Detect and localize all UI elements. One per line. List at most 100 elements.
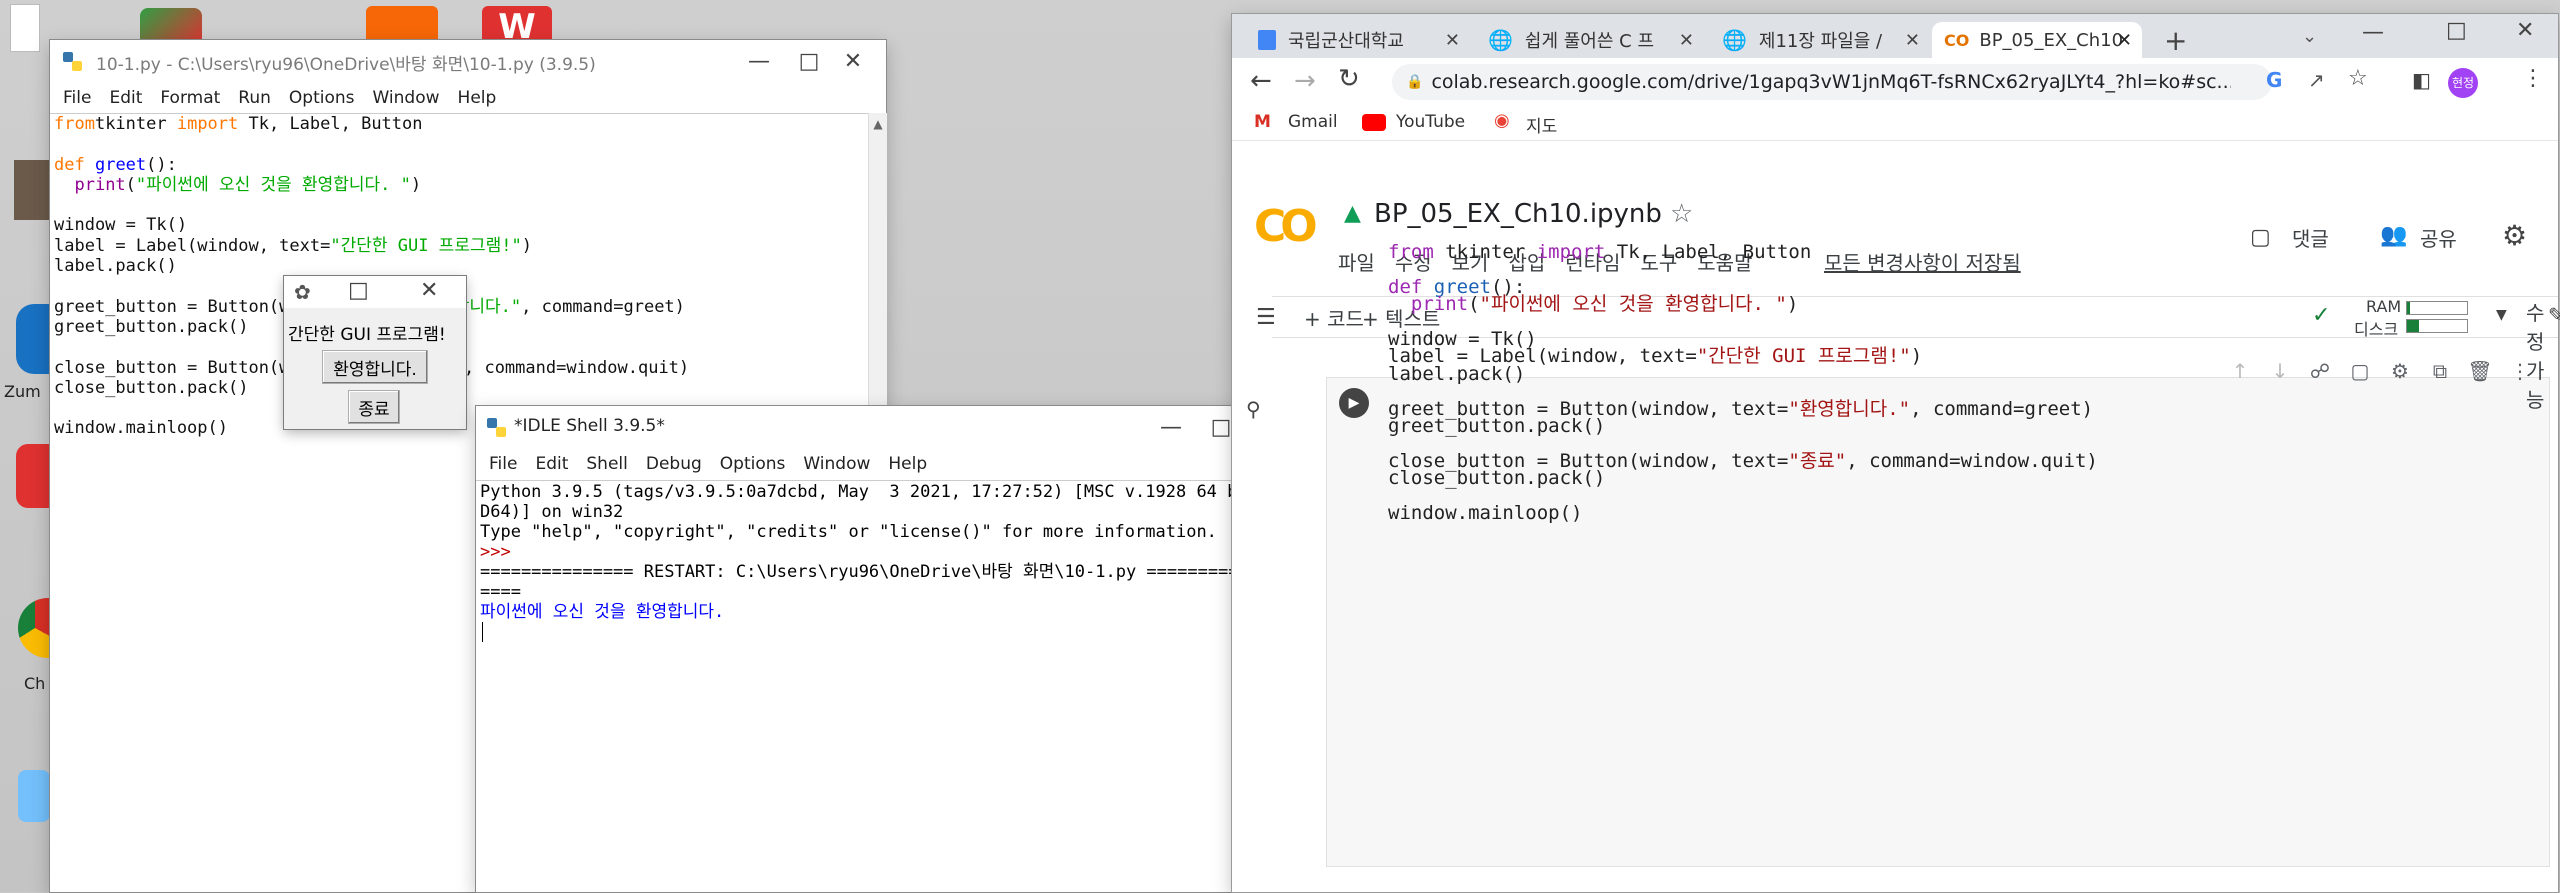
tk-popup-titlebar[interactable]: ✿ □ ✕ xyxy=(284,276,466,308)
kebab-menu-icon[interactable]: ⋮ xyxy=(2522,66,2544,91)
idle-editor-titlebar[interactable]: 10-1.py - C:\Users\ryu96\OneDrive\바탕 화면\… xyxy=(50,40,886,82)
tab-title: 제11장 파일을 / xyxy=(1758,31,1883,52)
tab-search-icon[interactable]: ⌄ xyxy=(2302,26,2317,47)
editor-menu-1[interactable]: Edit xyxy=(100,86,151,110)
photo-icon[interactable] xyxy=(14,160,52,220)
shell-output-line: Type "help", "copyright", "credits" or "… xyxy=(480,522,1217,542)
toc-icon[interactable]: ☰ xyxy=(1256,305,1276,330)
forward-arrow-icon[interactable]: → xyxy=(1294,66,1316,96)
tab-colab[interactable]: CO BP_05_EX_Ch10 ✕ xyxy=(1932,22,2142,58)
reload-icon[interactable]: ↻ xyxy=(1338,64,1360,94)
editor-menu-3[interactable]: Run xyxy=(229,86,280,110)
editor-menu-2[interactable]: Format xyxy=(151,86,229,110)
move-up-icon[interactable]: ↑ xyxy=(2220,359,2260,383)
lock-icon: 🔒 xyxy=(1406,74,1424,90)
tab-title: 국립군산대학교 xyxy=(1288,31,1404,52)
python-feather-icon xyxy=(63,52,82,71)
desktop-label-zum: Zum xyxy=(4,382,41,401)
desktop-file-icon[interactable] xyxy=(10,4,40,52)
close-button[interactable]: ✕ xyxy=(822,44,884,78)
colab-logo[interactable]: CO xyxy=(1254,201,1318,252)
disk-bar xyxy=(2406,319,2468,333)
gear-icon[interactable]: ⚙ xyxy=(2502,219,2527,252)
zum-icon[interactable] xyxy=(16,304,52,374)
edit-mode-button[interactable]: 수정 가능 xyxy=(2526,297,2558,413)
chrome-minimize-button[interactable]: — xyxy=(2362,20,2384,45)
comment-button[interactable]: 댓글 xyxy=(2292,223,2329,252)
chrome-tab-strip: 국립군산대학교 ✕ 🌐 쉽게 풀어쓴 C 프 ✕ 🌐 제11장 파일을 / ✕ … xyxy=(1232,14,2558,58)
tab-close-icon[interactable]: ✕ xyxy=(1905,30,1920,51)
editor-code-line: window = Tk() xyxy=(54,215,188,236)
tab-ch11[interactable]: 🌐 제11장 파일을 / ✕ xyxy=(1714,22,1930,58)
colab-code-line: window.mainloop() xyxy=(1388,502,1583,525)
add-code-button[interactable]: + 코드 xyxy=(1304,303,1364,332)
google-g-icon[interactable]: G xyxy=(2266,68,2282,92)
resources-dropdown-icon[interactable]: ▼ xyxy=(2496,307,2507,323)
cell-settings-icon[interactable]: ⚙ xyxy=(2380,359,2420,383)
tk-label: 간단한 GUI 프로그램! xyxy=(288,325,446,345)
idle-shell-window[interactable]: *IDLE Shell 3.9.5* — □ ✕ FileEditShellDe… xyxy=(476,406,1312,892)
profile-avatar[interactable]: 현정 xyxy=(2448,68,2478,98)
globe-icon: 🌐 xyxy=(1488,28,1513,52)
gmail-icon: M xyxy=(1254,112,1271,132)
tab-c-book[interactable]: 🌐 쉽게 풀어쓴 C 프 ✕ xyxy=(1480,22,1704,58)
mirror-cell-icon[interactable]: ⧉ xyxy=(2420,359,2460,383)
people-icon: 👥 xyxy=(2380,223,2408,248)
tab-close-icon[interactable]: ✕ xyxy=(1445,30,1460,51)
shell-menu-6[interactable]: Help xyxy=(879,452,936,476)
editor-menu-0[interactable]: File xyxy=(54,86,100,110)
bookmark-maps[interactable]: 지도 xyxy=(1526,112,1557,137)
colab-menu-0[interactable]: 파일 xyxy=(1338,247,1375,276)
search-icon[interactable]: ⚲ xyxy=(1246,397,1261,421)
tk-close-button[interactable]: ✕ xyxy=(420,278,438,303)
sidepanel-icon[interactable]: ◧ xyxy=(2412,68,2431,92)
tk-popup-window[interactable]: ✿ □ ✕ 간단한 GUI 프로그램! 환영합니다. 종료 xyxy=(284,276,466,429)
check-icon: ✓ xyxy=(2312,303,2331,328)
editor-menu-4[interactable]: Options xyxy=(280,86,364,110)
bookmark-gmail[interactable]: Gmail xyxy=(1288,112,1338,132)
bookmark-youtube[interactable]: YouTube xyxy=(1396,112,1465,132)
shell-menu-5[interactable]: Window xyxy=(794,452,879,476)
star-icon[interactable]: ☆ xyxy=(1670,199,1693,229)
share-icon[interactable]: ↗ xyxy=(2308,68,2325,92)
tk-close-app-button[interactable]: 종료 xyxy=(348,390,400,424)
run-cell-button[interactable]: ▶ xyxy=(1339,388,1369,418)
editor-menu-6[interactable]: Help xyxy=(449,86,506,110)
idle-shell-title: *IDLE Shell 3.9.5* xyxy=(514,416,665,436)
delete-cell-icon[interactable]: 🗑 xyxy=(2460,359,2500,383)
link-icon[interactable]: ☍ xyxy=(2300,359,2340,383)
shell-menu-0[interactable]: File xyxy=(480,452,526,476)
editor-code-line: def greet(): xyxy=(54,154,177,175)
shell-menu-4[interactable]: Options xyxy=(711,452,795,476)
ie-icon[interactable] xyxy=(18,770,50,822)
move-down-icon[interactable]: ↓ xyxy=(2260,359,2300,383)
notebook-title[interactable]: BP_05_EX_Ch10.ipynb xyxy=(1374,199,1662,229)
idle-shell-output[interactable]: Python 3.9.5 (tags/v3.9.5:0a7dcbd, May 3… xyxy=(480,482,1299,622)
tab-close-icon[interactable]: ✕ xyxy=(1679,30,1694,51)
editor-menu-5[interactable]: Window xyxy=(364,86,449,110)
tab-gunsan[interactable]: 국립군산대학교 ✕ xyxy=(1250,22,1470,58)
chrome-desktop-icon[interactable] xyxy=(18,598,52,658)
bookmark-star-icon[interactable]: ☆ xyxy=(2348,66,2368,91)
tk-maximize-button[interactable]: □ xyxy=(348,278,369,303)
app-red-icon[interactable] xyxy=(16,444,52,508)
shell-menu-1[interactable]: Edit xyxy=(526,452,577,476)
tk-greet-button[interactable]: 환영합니다. xyxy=(322,350,428,384)
chrome-maximize-button[interactable]: □ xyxy=(2446,18,2467,43)
shell-menu-3[interactable]: Debug xyxy=(637,452,711,476)
ram-bar-fill xyxy=(2407,302,2410,314)
address-bar[interactable]: 🔒 colab.research.google.com/drive/1gapq3… xyxy=(1392,64,2272,100)
back-arrow-icon[interactable]: ← xyxy=(1250,66,1272,96)
chrome-close-button[interactable]: ✕ xyxy=(2516,18,2534,43)
shell-menu-2[interactable]: Shell xyxy=(577,452,636,476)
new-tab-button[interactable]: + xyxy=(2164,24,2187,57)
colab-code-line: from tkinter import Tk, Label, Button xyxy=(1388,241,1812,263)
editor-code-line: label.pack() xyxy=(54,256,177,277)
editor-code-line: print("파이썬에 오신 것을 환영합니다. ") xyxy=(74,174,422,195)
colab-code-editor[interactable]: from tkinter import Tk, Label, Button de… xyxy=(1388,241,2098,525)
tab-close-icon[interactable]: ✕ xyxy=(2117,30,2132,51)
comment-cell-icon[interactable]: ▢ xyxy=(2340,359,2380,383)
idle-shell-titlebar[interactable]: *IDLE Shell 3.9.5* — □ ✕ xyxy=(476,406,1312,448)
scroll-up-arrow-icon[interactable]: ▲ xyxy=(869,117,887,131)
share-button[interactable]: 공유 xyxy=(2420,223,2457,252)
